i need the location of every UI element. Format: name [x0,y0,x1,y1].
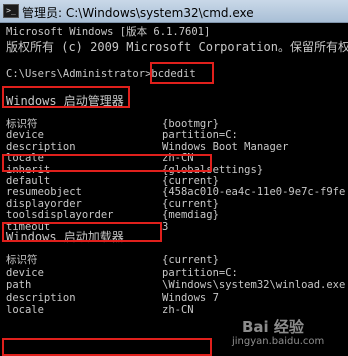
entry-value: 3 [162,220,169,233]
baidu-logo: Bai 经验 [242,318,304,336]
command-text: bcdedit [151,68,196,80]
entry-key: 标识符 [6,254,38,266]
prompt-text: C:\Users\Administrator> [6,68,152,80]
entry-value: {current} [162,197,219,210]
console-header-version: Microsoft Windows [版本 6.1.7601] [6,26,211,38]
entry-value: {current} [162,175,219,187]
entry-key: default [6,175,51,187]
entry-value: {globalsettings} [162,163,264,176]
entry-key: inherit [6,163,51,176]
entry-value: Windows 7 [162,291,219,304]
entry-key: 标识符 [6,118,38,130]
watermark-url: jingyan.baidu.com [232,336,325,347]
entry-key: device [6,266,44,279]
cmd-icon[interactable]: >_ [3,4,19,18]
entry-value: partition=C: [162,266,238,279]
window-title: 管理员: C:\Windows\system32\cmd.exe [22,6,254,20]
entry-value: partition=C: [162,129,238,142]
entry-key: displayorder [6,197,82,210]
section-title-boot-loader: Windows 启动加载器 [6,230,124,244]
command-line: C:\Users\Administrator>bcdedit [6,68,196,80]
entry-key: device [6,129,44,142]
entry-value: zh-CN [162,304,194,317]
entry-value: zh-CN [162,152,194,165]
entry-key: locale [6,152,44,165]
entry-key: path [6,279,32,292]
entry-key: description [6,140,76,153]
entry-key: description [6,291,76,304]
section-title-boot-manager: Windows 启动管理器 [6,94,124,108]
title-bar[interactable]: >_ 管理员: C:\Windows\system32\cmd.exe [0,0,348,23]
entry-value: \Windows\system32\winload.exe [162,279,346,292]
console-header-copyright: 版权所有 (c) 2009 Microsoft Corporation。保留所有… [6,40,348,54]
entry-key: resumeobject [6,186,82,199]
entry-value: {current} [162,254,219,266]
entry-value: {bootmgr} [162,118,219,130]
entry-key: locale [6,304,44,317]
console-output[interactable]: Microsoft Windows [版本 6.1.7601] 版权所有 (c)… [0,22,348,356]
baidu-watermark: Bai 经验 jingyan.baidu.com [228,316,348,352]
entry-value: {memdiag} [162,209,219,222]
entry-value: {458ac010-ea4c-11e0-9e7c-f9fe [162,186,346,199]
entry-key: toolsdisplayorder [6,209,114,222]
entry-value: Windows Boot Manager [162,140,289,153]
cmd-window: >_ 管理员: C:\Windows\system32\cmd.exe Micr… [0,0,348,356]
